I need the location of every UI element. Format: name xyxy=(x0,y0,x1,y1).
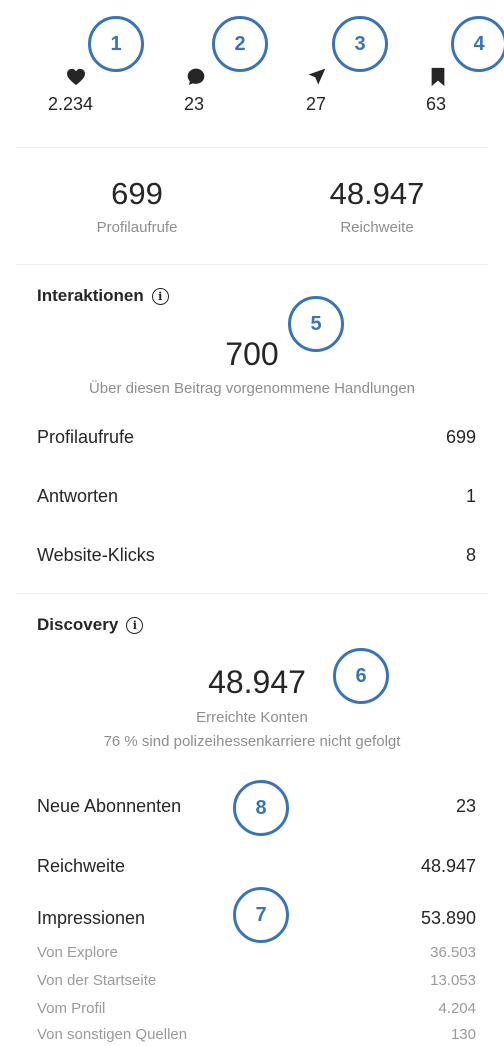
profile-visits-label: Profilaufrufe xyxy=(96,219,178,236)
heart-icon xyxy=(64,66,88,88)
row-value: 36.503 xyxy=(430,944,476,961)
row-value: 130 xyxy=(450,1026,476,1043)
interactions-total: 700 xyxy=(225,336,279,372)
row-value: 53.890 xyxy=(420,908,476,928)
row-label: Impressionen xyxy=(37,908,146,928)
interactions-description: Über diesen Beitrag vorgenommene Handlun… xyxy=(88,380,416,397)
impression-source-row: Von Explore 36.503 xyxy=(37,944,476,961)
interaction-row: Antworten 1 xyxy=(37,486,476,507)
interaction-row: Website-Klicks 8 xyxy=(37,545,476,566)
interactions-section-title: Interaktionen i xyxy=(37,286,169,306)
row-label: Neue Abonnenten xyxy=(37,796,182,816)
discovery-row: Reichweite 48.947 xyxy=(37,856,476,877)
bookmark-icon xyxy=(426,66,450,88)
interaction-row: Profilaufrufe 699 xyxy=(37,427,476,448)
impression-source-row: Von der Startseite 13.053 xyxy=(37,972,476,989)
row-label: Antworten xyxy=(37,486,119,506)
divider xyxy=(16,593,488,594)
row-value: 8 xyxy=(465,545,476,565)
discovery-section-title: Discovery i xyxy=(37,615,144,635)
row-value: 4.204 xyxy=(438,1000,476,1017)
shares-count: 27 xyxy=(306,94,327,114)
discovery-total: 48.947 xyxy=(208,664,306,700)
saves-count: 63 xyxy=(426,94,447,114)
row-label: Website-Klicks xyxy=(37,545,155,565)
annotation-badge-2: 2 xyxy=(212,16,268,72)
impression-source-row: Von sonstigen Quellen 130 xyxy=(37,1026,476,1043)
annotation-badge-3: 3 xyxy=(332,16,388,72)
discovery-row: Neue Abonnenten 23 xyxy=(37,796,476,817)
send-icon xyxy=(305,66,329,88)
row-value: 1 xyxy=(465,486,476,506)
discovery-title: Discovery xyxy=(37,615,119,634)
comments-count: 23 xyxy=(184,94,205,114)
interactions-title: Interaktionen xyxy=(37,286,144,305)
annotation-badge-1: 1 xyxy=(88,16,144,72)
likes-count: 2.234 xyxy=(48,94,94,114)
row-value: 13.053 xyxy=(430,972,476,989)
impression-source-row: Vom Profil 4.204 xyxy=(37,1000,476,1017)
row-value: 48.947 xyxy=(420,856,476,876)
divider xyxy=(16,264,488,265)
row-value: 699 xyxy=(445,427,476,447)
row-label: Von der Startseite xyxy=(37,972,157,989)
divider xyxy=(16,147,488,148)
discovery-note: 76 % sind polizeihessenkarriere nicht ge… xyxy=(103,733,401,750)
row-value: 23 xyxy=(455,796,476,816)
profile-visits-value: 699 xyxy=(111,176,163,211)
discovery-description: Erreichte Konten xyxy=(196,709,308,726)
row-label: Von sonstigen Quellen xyxy=(37,1026,188,1043)
info-icon[interactable]: i xyxy=(151,287,169,305)
row-label: Von Explore xyxy=(37,944,118,961)
reach-value: 48.947 xyxy=(329,176,425,211)
row-label: Vom Profil xyxy=(37,1000,106,1017)
info-icon[interactable]: i xyxy=(126,616,144,634)
row-label: Profilaufrufe xyxy=(37,427,135,447)
discovery-row: Impressionen 53.890 xyxy=(37,908,476,929)
row-label: Reichweite xyxy=(37,856,126,876)
reach-label: Reichweite xyxy=(340,219,414,236)
annotation-badge-4: 4 xyxy=(451,16,504,72)
comment-icon xyxy=(184,66,208,88)
